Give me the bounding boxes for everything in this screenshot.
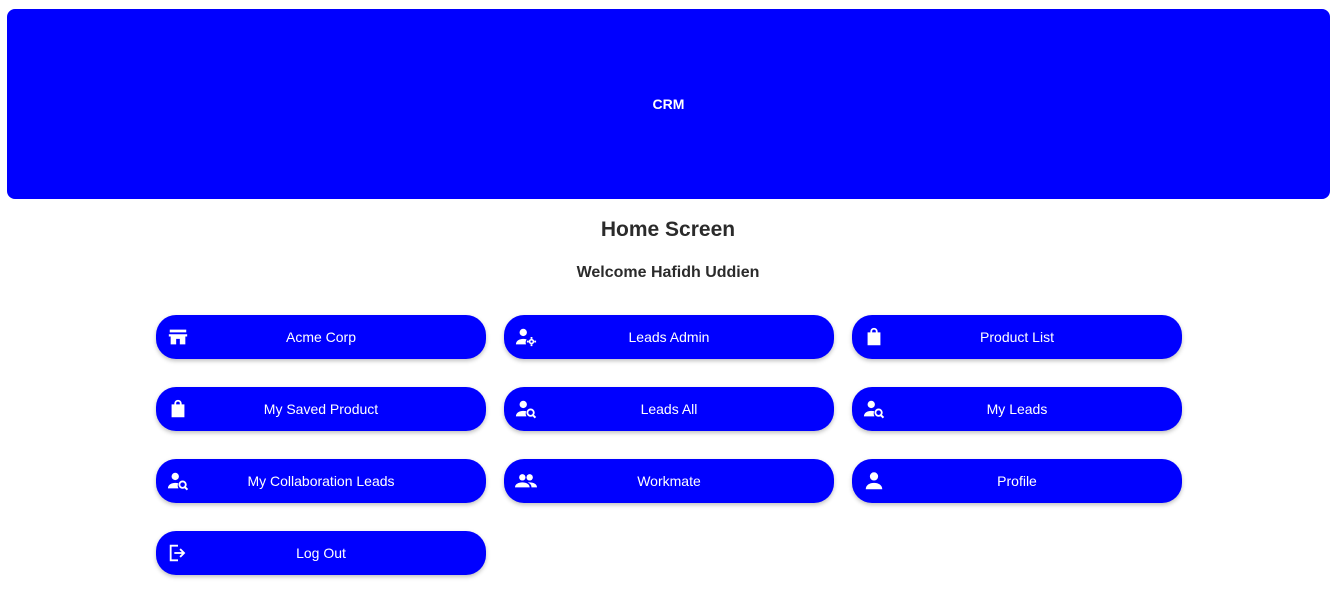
welcome-message: Welcome Hafidh Uddien bbox=[576, 264, 760, 281]
page-title: Home Screen bbox=[600, 218, 736, 241]
menu-label: My Saved Product bbox=[263, 401, 379, 417]
user-search-icon bbox=[166, 469, 190, 493]
menu-label: Product List bbox=[980, 329, 1054, 345]
shopping-bag-icon bbox=[862, 325, 886, 349]
menu-label: Leads All bbox=[640, 401, 698, 417]
menu-label: Workmate bbox=[637, 473, 701, 489]
logout-icon bbox=[166, 541, 190, 565]
acme-corp-button[interactable]: Acme Corp bbox=[156, 315, 486, 359]
menu-label: Log Out bbox=[296, 545, 346, 561]
person-icon bbox=[862, 469, 886, 493]
product-list-button[interactable]: Product List bbox=[852, 315, 1182, 359]
my-leads-button[interactable]: My Leads bbox=[852, 387, 1182, 431]
menu-label: Profile bbox=[997, 473, 1037, 489]
my-saved-product-button[interactable]: My Saved Product bbox=[156, 387, 486, 431]
menu-label: My Collaboration Leads bbox=[247, 473, 395, 489]
app-header: CRM bbox=[7, 9, 1330, 199]
menu-grid: Acme Corp Leads Admin Product List My Sa… bbox=[156, 315, 1182, 575]
my-collaboration-leads-button[interactable]: My Collaboration Leads bbox=[156, 459, 486, 503]
app-title: CRM bbox=[652, 96, 685, 112]
log-out-button[interactable]: Log Out bbox=[156, 531, 486, 575]
menu-label: Acme Corp bbox=[285, 329, 357, 345]
leads-all-button[interactable]: Leads All bbox=[504, 387, 834, 431]
leads-admin-button[interactable]: Leads Admin bbox=[504, 315, 834, 359]
store-icon bbox=[166, 325, 190, 349]
workmate-button[interactable]: Workmate bbox=[504, 459, 834, 503]
profile-button[interactable]: Profile bbox=[852, 459, 1182, 503]
shopping-bag-icon bbox=[166, 397, 190, 421]
user-search-icon bbox=[862, 397, 886, 421]
user-search-icon bbox=[514, 397, 538, 421]
menu-label: Leads Admin bbox=[628, 329, 710, 345]
menu-label: My Leads bbox=[986, 401, 1048, 417]
user-gear-icon bbox=[514, 325, 538, 349]
people-icon bbox=[514, 469, 538, 493]
